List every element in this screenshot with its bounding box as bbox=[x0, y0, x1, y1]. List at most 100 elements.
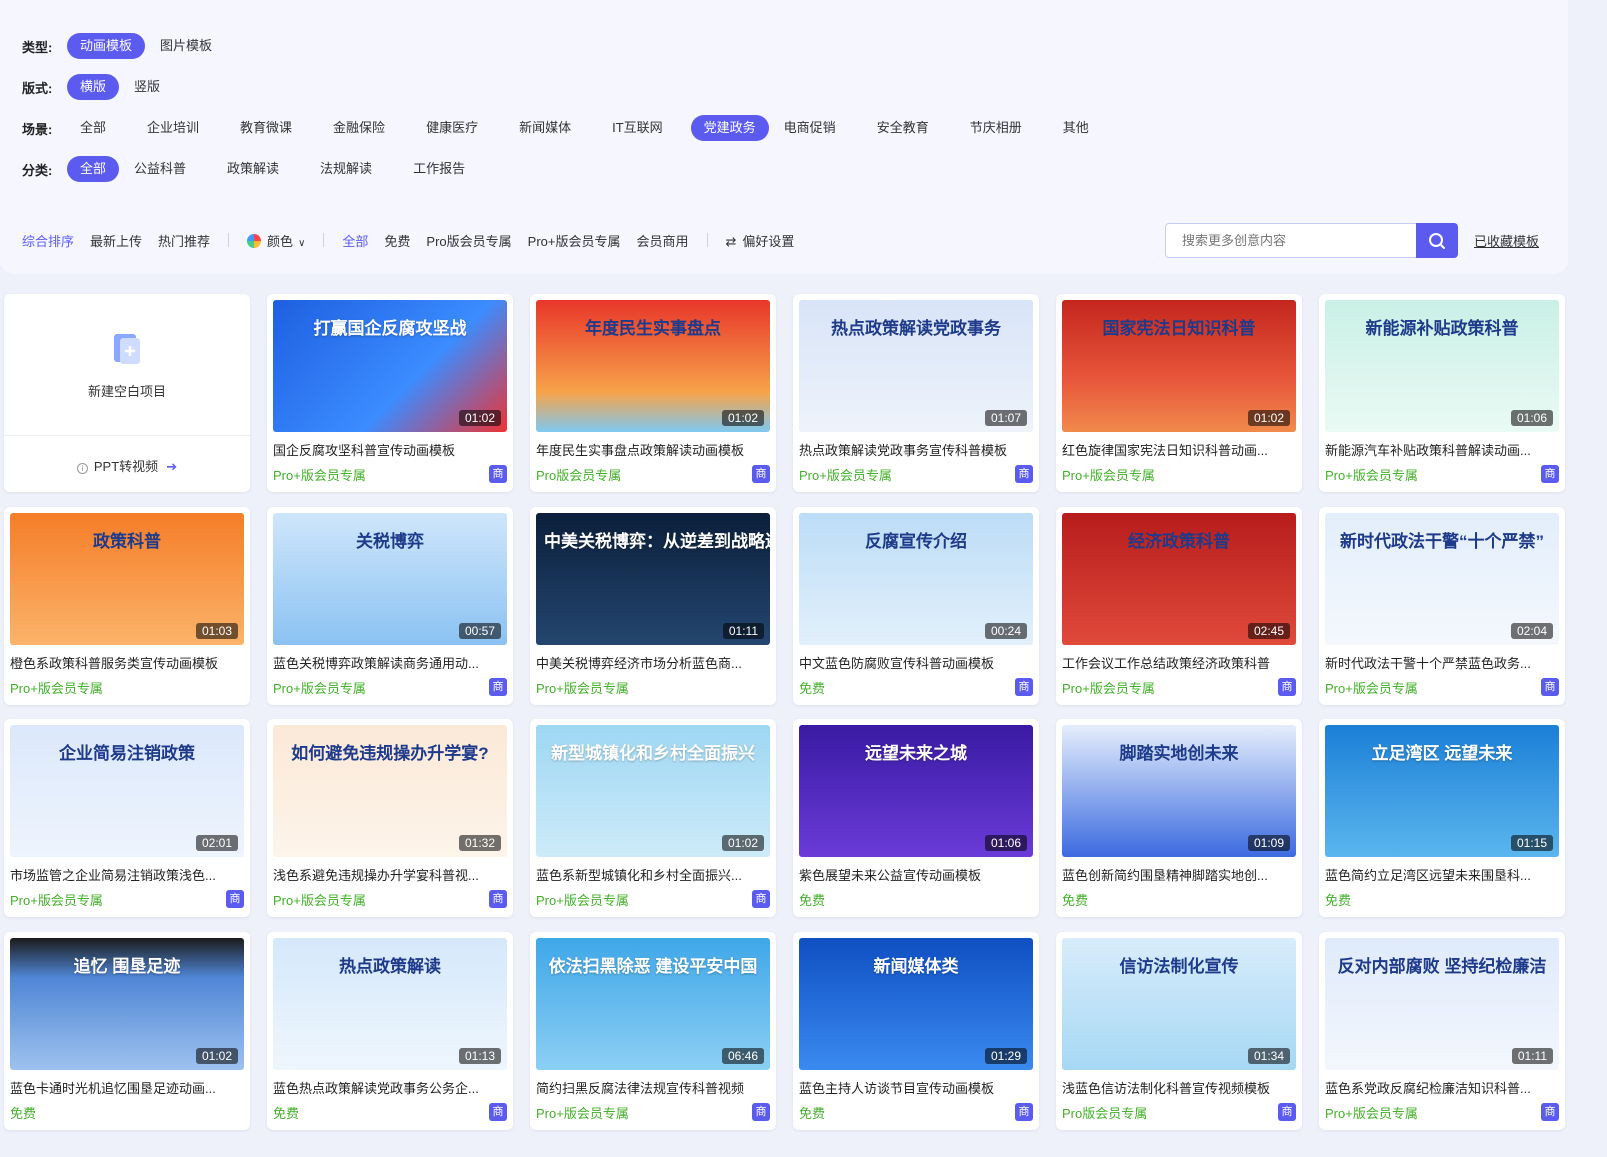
template-thumbnail[interactable]: 热点政策解读党政事务 01:07 bbox=[799, 300, 1033, 432]
chip-scene[interactable]: 新闻媒体 bbox=[506, 115, 584, 141]
template-card[interactable]: 政策科普 01:03 橙色系政策科普服务类宣传动画模板 Pro+版会员专属 bbox=[4, 507, 250, 705]
chip-scene[interactable]: 安全教育 bbox=[864, 115, 942, 141]
template-thumbnail[interactable]: 脚踏实地创未来 01:09 bbox=[1062, 725, 1296, 857]
template-thumbnail[interactable]: 追忆 围垦足迹 01:02 bbox=[10, 938, 244, 1070]
template-card[interactable]: 国家宪法日知识科普 01:02 红色旋律国家宪法日知识科普动画... Pro+版会员专… bbox=[1056, 294, 1302, 492]
template-card[interactable]: 年度民生实事盘点 01:02 年度民生实事盘点政策解读动画模板 Pro版会员专属 商 bbox=[530, 294, 776, 492]
template-title[interactable]: 新能源汽车补贴政策科普解读动画... bbox=[1325, 440, 1557, 459]
template-card[interactable]: 新闻媒体类 01:29 蓝色主持人访谈节目宣传动画模板 免费 商 bbox=[793, 932, 1039, 1130]
template-title[interactable]: 蓝色系新型城镇化和乡村全面振兴... bbox=[536, 865, 768, 884]
chip-scene[interactable]: IT互联网 bbox=[599, 115, 676, 141]
tier-commercial[interactable]: 会员商用 bbox=[636, 231, 688, 250]
template-title[interactable]: 蓝色主持人访谈节目宣传动画模板 bbox=[799, 1078, 1031, 1097]
template-thumbnail[interactable]: 新型城镇化和乡村全面振兴 01:02 bbox=[536, 725, 770, 857]
template-title[interactable]: 浅蓝色信访法制化科普宣传视频模板 bbox=[1062, 1078, 1294, 1097]
template-thumbnail[interactable]: 经济政策科普 02:45 bbox=[1062, 513, 1296, 645]
template-card[interactable]: 依法扫黑除恶 建设平安中国 06:46 简约扫黑反腐法律法规宣传科普视频 Pro+版会… bbox=[530, 932, 776, 1130]
template-card[interactable]: 如何避免违规操办升学宴? 01:32 浅色系避免违规操办升学宴科普视... Pro+版… bbox=[267, 719, 513, 917]
template-title[interactable]: 热点政策解读党政事务宣传科普模板 bbox=[799, 440, 1031, 459]
sort-hot[interactable]: 热门推荐 bbox=[158, 231, 210, 250]
template-thumbnail[interactable]: 远望未来之城 01:06 bbox=[799, 725, 1033, 857]
chip-category[interactable]: 公益科普 bbox=[121, 156, 199, 182]
chip-scene[interactable]: 企业培训 bbox=[134, 115, 212, 141]
template-thumbnail[interactable]: 政策科普 01:03 bbox=[10, 513, 244, 645]
template-title[interactable]: 蓝色关税博弈政策解读商务通用动... bbox=[273, 653, 505, 672]
template-title[interactable]: 中文蓝色防腐败宣传科普动画模板 bbox=[799, 653, 1031, 672]
chip-category[interactable]: 法规解读 bbox=[307, 156, 385, 182]
template-card[interactable]: 经济政策科普 02:45 工作会议工作总结政策经济政策科普 Pro+版会员专属 商 bbox=[1056, 507, 1302, 705]
template-thumbnail[interactable]: 新时代政法干警“十个严禁” 02:04 bbox=[1325, 513, 1559, 645]
template-title[interactable]: 浅色系避免违规操办升学宴科普视... bbox=[273, 865, 505, 884]
template-card[interactable]: 热点政策解读党政事务 01:07 热点政策解读党政事务宣传科普模板 Pro+版会员专属… bbox=[793, 294, 1039, 492]
template-thumbnail[interactable]: 关税博弈 00:57 bbox=[273, 513, 507, 645]
chip-category[interactable]: 工作报告 bbox=[400, 156, 478, 182]
template-title[interactable]: 中美关税博弈经济市场分析蓝色商... bbox=[536, 653, 768, 672]
template-card[interactable]: 新型城镇化和乡村全面振兴 01:02 蓝色系新型城镇化和乡村全面振兴... Pro+版… bbox=[530, 719, 776, 917]
template-title[interactable]: 蓝色系党政反腐纪检廉洁知识科普... bbox=[1325, 1078, 1557, 1097]
chip-scene[interactable]: 节庆相册 bbox=[957, 115, 1035, 141]
template-title[interactable]: 橙色系政策科普服务类宣传动画模板 bbox=[10, 653, 242, 672]
template-thumbnail[interactable]: 热点政策解读 01:13 bbox=[273, 938, 507, 1070]
template-thumbnail[interactable]: 反腐宣传介绍 00:24 bbox=[799, 513, 1033, 645]
chip-scene[interactable]: 金融保险 bbox=[320, 115, 398, 141]
chip-scene[interactable]: 电商促销 bbox=[771, 115, 849, 141]
new-blank-project-card[interactable]: 新建空白项目 i PPT转视频 ➔ bbox=[4, 294, 250, 492]
template-card[interactable]: 关税博弈 00:57 蓝色关税博弈政策解读商务通用动... Pro+版会员专属 商 bbox=[267, 507, 513, 705]
template-thumbnail[interactable]: 依法扫黑除恶 建设平安中国 06:46 bbox=[536, 938, 770, 1070]
chip-scene[interactable]: 全部 bbox=[67, 115, 119, 141]
sort-latest[interactable]: 最新上传 bbox=[90, 231, 142, 250]
chip-scene[interactable]: 教育微课 bbox=[227, 115, 305, 141]
preference-settings[interactable]: ⇄ 偏好设置 bbox=[726, 231, 795, 250]
template-card[interactable]: 脚踏实地创未来 01:09 蓝色创新简约围垦精神脚踏实地创... 免费 bbox=[1056, 719, 1302, 917]
template-card[interactable]: 立足湾区 远望未来 01:15 蓝色简约立足湾区远望未来围垦科... 免费 bbox=[1319, 719, 1565, 917]
template-title[interactable]: 蓝色简约立足湾区远望未来围垦科... bbox=[1325, 865, 1557, 884]
template-thumbnail[interactable]: 中美关税博弈：从逆差到战略遏制 01:11 bbox=[536, 513, 770, 645]
tier-pro[interactable]: Pro版会员专属 bbox=[426, 231, 511, 250]
template-card[interactable]: 中美关税博弈：从逆差到战略遏制 01:11 中美关税博弈经济市场分析蓝色商... Pr… bbox=[530, 507, 776, 705]
template-card[interactable]: 新能源补贴政策科普 01:06 新能源汽车补贴政策科普解读动画... Pro+版会员专… bbox=[1319, 294, 1565, 492]
template-title[interactable]: 蓝色热点政策解读党政事务公务企... bbox=[273, 1078, 505, 1097]
template-title[interactable]: 新时代政法干警十个严禁蓝色政务... bbox=[1325, 653, 1557, 672]
chip-scene[interactable]: 其他 bbox=[1050, 115, 1102, 141]
chip-scene-active[interactable]: 党建政务 bbox=[690, 115, 769, 141]
template-thumbnail[interactable]: 信访法制化宣传 01:34 bbox=[1062, 938, 1296, 1070]
template-title[interactable]: 工作会议工作总结政策经济政策科普 bbox=[1062, 653, 1294, 672]
template-thumbnail[interactable]: 国家宪法日知识科普 01:02 bbox=[1062, 300, 1296, 432]
chip-scene[interactable]: 健康医疗 bbox=[413, 115, 491, 141]
template-title[interactable]: 国企反腐攻坚科普宣传动画模板 bbox=[273, 440, 505, 459]
template-thumbnail[interactable]: 如何避免违规操办升学宴? 01:32 bbox=[273, 725, 507, 857]
template-thumbnail[interactable]: 新能源补贴政策科普 01:06 bbox=[1325, 300, 1559, 432]
template-card[interactable]: 新时代政法干警“十个严禁” 02:04 新时代政法干警十个严禁蓝色政务... Pro+… bbox=[1319, 507, 1565, 705]
chip-layout-horizontal[interactable]: 横版 bbox=[67, 74, 120, 100]
chip-layout-vertical[interactable]: 竖版 bbox=[121, 74, 173, 100]
template-card[interactable]: 追忆 围垦足迹 01:02 蓝色卡通时光机追忆围垦足迹动画... 免费 bbox=[4, 932, 250, 1130]
template-title[interactable]: 蓝色卡通时光机追忆围垦足迹动画... bbox=[10, 1078, 242, 1097]
template-thumbnail[interactable]: 打赢国企反腐攻坚战 01:02 bbox=[273, 300, 507, 432]
chip-category[interactable]: 政策解读 bbox=[214, 156, 292, 182]
color-filter[interactable]: 颜色 ∨ bbox=[247, 231, 305, 250]
template-title[interactable]: 年度民生实事盘点政策解读动画模板 bbox=[536, 440, 768, 459]
sort-comprehensive[interactable]: 综合排序 bbox=[22, 231, 74, 250]
template-thumbnail[interactable]: 立足湾区 远望未来 01:15 bbox=[1325, 725, 1559, 857]
chip-category-active[interactable]: 全部 bbox=[67, 156, 120, 182]
search-button[interactable] bbox=[1416, 223, 1458, 258]
search-input[interactable] bbox=[1165, 223, 1416, 258]
template-card[interactable]: 信访法制化宣传 01:34 浅蓝色信访法制化科普宣传视频模板 Pro版会员专属 商 bbox=[1056, 932, 1302, 1130]
chip-type-image[interactable]: 图片模板 bbox=[147, 33, 225, 59]
template-title[interactable]: 红色旋律国家宪法日知识科普动画... bbox=[1062, 440, 1294, 459]
chip-type-animation[interactable]: 动画模板 bbox=[67, 33, 146, 59]
template-card[interactable]: 热点政策解读 01:13 蓝色热点政策解读党政事务公务企... 免费 商 bbox=[267, 932, 513, 1130]
template-title[interactable]: 紫色展望未来公益宣传动画模板 bbox=[799, 865, 1031, 884]
template-thumbnail[interactable]: 反对内部腐败 坚持纪检廉洁 01:11 bbox=[1325, 938, 1559, 1070]
template-title[interactable]: 简约扫黑反腐法律法规宣传科普视频 bbox=[536, 1078, 768, 1097]
template-thumbnail[interactable]: 年度民生实事盘点 01:02 bbox=[536, 300, 770, 432]
template-card[interactable]: 打赢国企反腐攻坚战 01:02 国企反腐攻坚科普宣传动画模板 Pro+版会员专属 商 bbox=[267, 294, 513, 492]
tier-pro-plus[interactable]: Pro+版会员专属 bbox=[528, 231, 621, 250]
template-card[interactable]: 反对内部腐败 坚持纪检廉洁 01:11 蓝色系党政反腐纪检廉洁知识科普... Pro+… bbox=[1319, 932, 1565, 1130]
collected-templates-link[interactable]: 已收藏模板 bbox=[1474, 231, 1539, 250]
template-card[interactable]: 企业简易注销政策 02:01 市场监管之企业简易注销政策浅色... Pro+版会员专属… bbox=[4, 719, 250, 917]
template-thumbnail[interactable]: 企业简易注销政策 02:01 bbox=[10, 725, 244, 857]
template-title[interactable]: 蓝色创新简约围垦精神脚踏实地创... bbox=[1062, 865, 1294, 884]
template-card[interactable]: 反腐宣传介绍 00:24 中文蓝色防腐败宣传科普动画模板 免费 商 bbox=[793, 507, 1039, 705]
template-title[interactable]: 市场监管之企业简易注销政策浅色... bbox=[10, 865, 242, 884]
